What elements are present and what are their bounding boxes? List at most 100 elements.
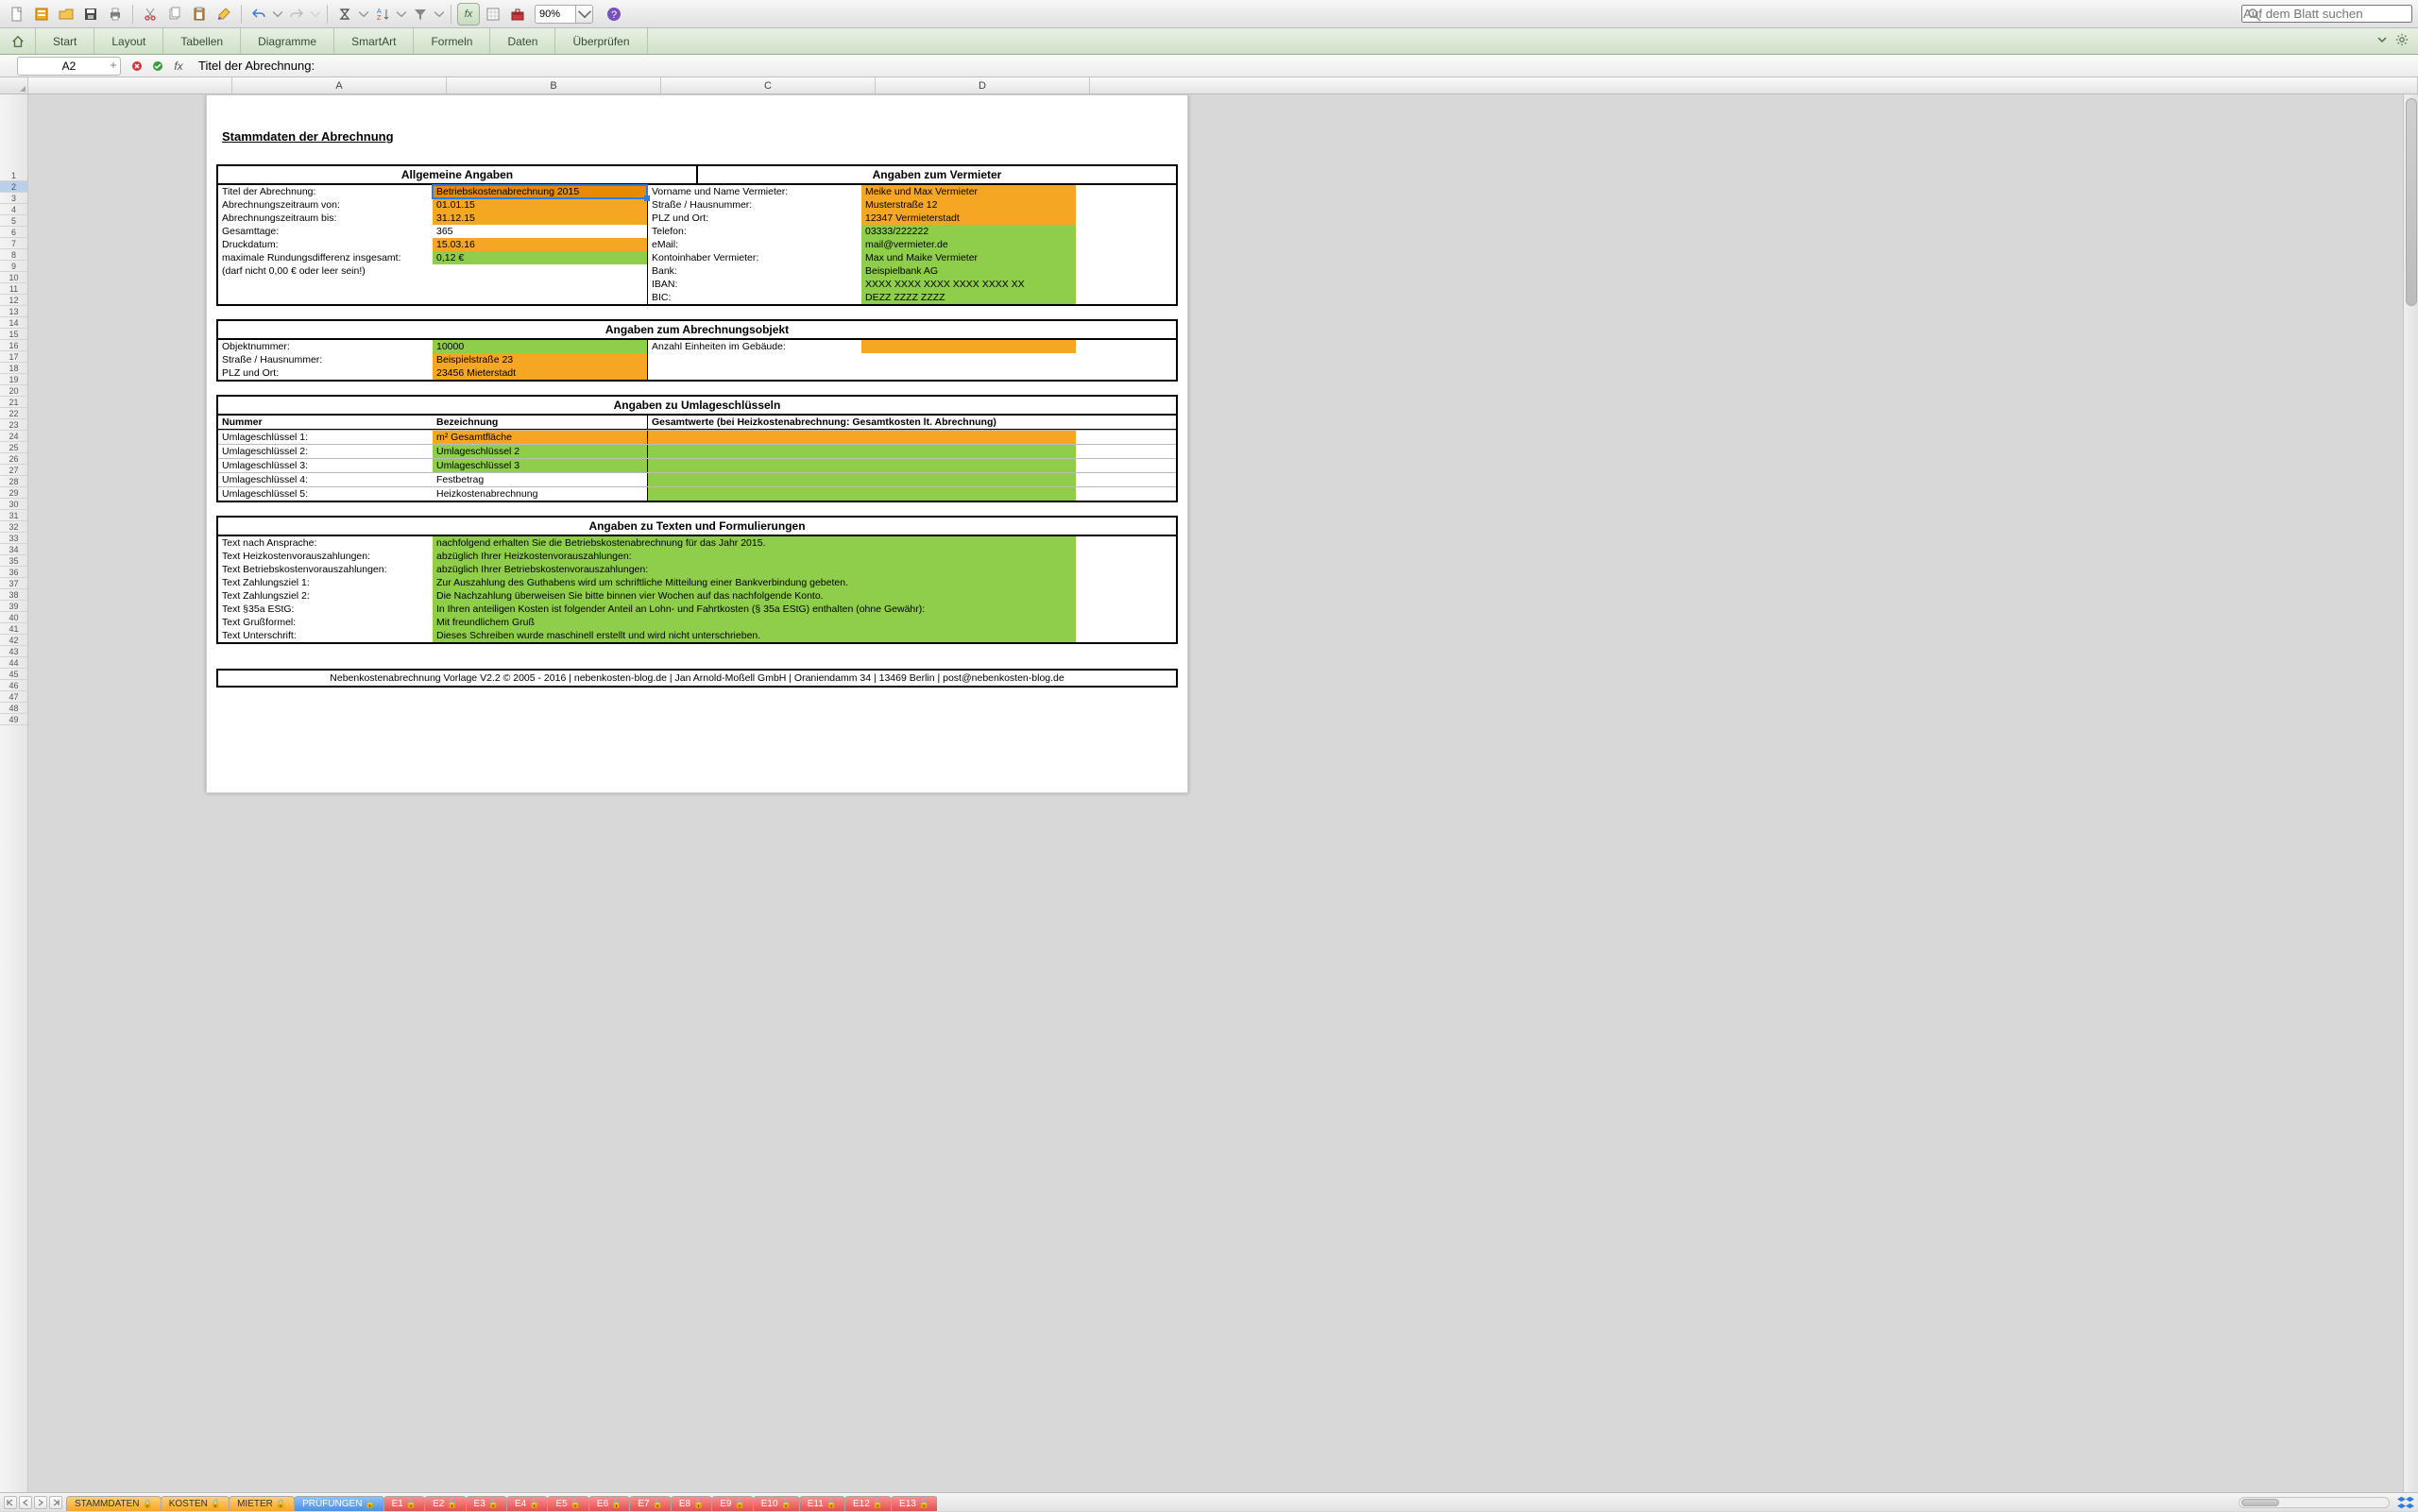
table-row[interactable]: eMail:: [647, 238, 861, 251]
row-head-23[interactable]: 23: [0, 419, 27, 431]
table-row[interactable]: Titel der Abrechnung:: [218, 185, 433, 198]
cell-value[interactable]: abzüglich Ihrer Betriebskostenvorauszahl…: [433, 563, 1076, 576]
row-head-47[interactable]: 47: [0, 691, 27, 703]
table-row[interactable]: [647, 366, 861, 380]
row-head-32[interactable]: 32: [0, 521, 27, 533]
sheet-tab-e5[interactable]: E5🔒: [547, 1496, 588, 1511]
cell-value[interactable]: 31.12.15: [433, 212, 647, 225]
table-row[interactable]: Telefon:: [647, 225, 861, 238]
table-row[interactable]: IBAN:: [647, 278, 861, 291]
help-icon[interactable]: ?: [603, 3, 625, 25]
template-icon[interactable]: [30, 3, 53, 25]
select-all-corner[interactable]: [0, 77, 28, 93]
zoom-control[interactable]: [535, 5, 593, 24]
dropbox-icon[interactable]: [2393, 1493, 2418, 1512]
table-row[interactable]: Anzahl Einheiten im Gebäude:: [647, 340, 861, 353]
row-head-9[interactable]: 9: [0, 261, 27, 272]
sheet-tab-e9[interactable]: E9🔒: [711, 1496, 753, 1511]
table-row[interactable]: PLZ und Ort:: [218, 366, 433, 380]
row-head-4[interactable]: 4: [0, 204, 27, 215]
row-head-45[interactable]: 45: [0, 669, 27, 680]
row-head-11[interactable]: 11: [0, 283, 27, 295]
copy-icon[interactable]: [163, 3, 186, 25]
row-head-42[interactable]: 42: [0, 635, 27, 646]
filter-dropdown-icon[interactable]: [434, 3, 445, 25]
cell-value[interactable]: abzüglich Ihrer Heizkostenvorauszahlunge…: [433, 550, 1076, 563]
formula-input[interactable]: [195, 57, 2418, 76]
row-head-37[interactable]: 37: [0, 578, 27, 589]
row-head-1[interactable]: 1: [0, 170, 27, 181]
cell-value[interactable]: 15.03.16: [433, 238, 647, 251]
cell-value[interactable]: [647, 459, 1076, 472]
table-row[interactable]: Druckdatum:: [218, 238, 433, 251]
sheet-tab-mieter[interactable]: MIETER🔒: [229, 1496, 295, 1511]
row-head-28[interactable]: 28: [0, 476, 27, 487]
table-row[interactable]: Objektnummer:: [218, 340, 433, 353]
row-head-6[interactable]: 6: [0, 227, 27, 238]
cell-value[interactable]: m² Gesamtfläche: [433, 431, 647, 444]
sort-icon[interactable]: AZ: [371, 3, 394, 25]
row-head-27[interactable]: 27: [0, 465, 27, 476]
sheet-tab-e4[interactable]: E4🔒: [506, 1496, 548, 1511]
sheet-nav-next-icon[interactable]: [34, 1496, 47, 1509]
sort-dropdown-icon[interactable]: [396, 3, 407, 25]
name-box-dropdown-icon[interactable]: [109, 59, 118, 73]
row-head-38[interactable]: 38: [0, 589, 27, 601]
save-icon[interactable]: [79, 3, 102, 25]
table-row[interactable]: PLZ und Ort:: [647, 212, 861, 225]
cell-value[interactable]: Beispielstraße 23: [433, 353, 647, 366]
row-head-30[interactable]: 30: [0, 499, 27, 510]
undo-dropdown-icon[interactable]: [272, 3, 283, 25]
row-head-33[interactable]: 33: [0, 533, 27, 544]
cell-value[interactable]: 365: [433, 225, 647, 238]
cell-value[interactable]: Heizkostenabrechnung: [433, 487, 647, 501]
table-row[interactable]: Text nach Ansprache:: [218, 536, 433, 550]
format-painter-icon[interactable]: [213, 3, 235, 25]
row-head-19[interactable]: 19: [0, 374, 27, 385]
row-head-18[interactable]: 18: [0, 363, 27, 374]
row-head-29[interactable]: 29: [0, 487, 27, 499]
home-icon[interactable]: [0, 28, 36, 54]
sheet-tab-e10[interactable]: E10🔒: [753, 1496, 800, 1511]
cell-value[interactable]: DEZZ ZZZZ ZZZZ: [861, 291, 1076, 304]
sheet-tab-e11[interactable]: E11🔒: [799, 1496, 845, 1511]
cancel-formula-icon[interactable]: [128, 58, 145, 75]
sheet-nav-last-icon[interactable]: [49, 1496, 62, 1509]
sheet-tab-prüfungen[interactable]: PRÜFUNGEN🔒: [294, 1496, 384, 1511]
table-row[interactable]: Gesamttage:: [218, 225, 433, 238]
cell-value[interactable]: nachfolgend erhalten Sie die Betriebskos…: [433, 536, 1076, 550]
row-head-5[interactable]: 5: [0, 215, 27, 227]
cell-value[interactable]: Umlageschlüssel 3: [433, 459, 647, 472]
row-head-24[interactable]: 24: [0, 431, 27, 442]
new-file-icon[interactable]: [6, 3, 28, 25]
cell-value[interactable]: Dieses Schreiben wurde maschinell erstel…: [433, 629, 1076, 642]
col-head-c[interactable]: C: [661, 77, 876, 93]
toolbox-icon[interactable]: [506, 3, 529, 25]
cell-value[interactable]: Beispielbank AG: [861, 264, 1076, 278]
table-row[interactable]: Straße / Hausnummer:: [218, 353, 433, 366]
row-head-7[interactable]: 7: [0, 238, 27, 249]
sheet-nav-first-icon[interactable]: [4, 1496, 17, 1509]
undo-icon[interactable]: [247, 3, 270, 25]
table-row[interactable]: Umlageschlüssel 4:: [218, 473, 433, 486]
print-icon[interactable]: [104, 3, 127, 25]
cell-value[interactable]: [433, 291, 647, 304]
ribbon-tab-ueberpruefen[interactable]: Überprüfen: [555, 28, 647, 54]
sheet-tab-e3[interactable]: E3🔒: [466, 1496, 507, 1511]
filter-icon[interactable]: [409, 3, 432, 25]
search-input[interactable]: [2241, 5, 2412, 23]
table-row[interactable]: BIC:: [647, 291, 861, 304]
cell-value[interactable]: 0,12 €: [433, 251, 647, 264]
table-row[interactable]: [218, 278, 433, 291]
sheet-tab-e7[interactable]: E7🔒: [629, 1496, 671, 1511]
name-box[interactable]: A2: [17, 57, 121, 76]
ribbon-tab-start[interactable]: Start: [36, 28, 94, 54]
row-head-48[interactable]: 48: [0, 703, 27, 714]
row-head-40[interactable]: 40: [0, 612, 27, 623]
table-row[interactable]: Text Heizkostenvorauszahlungen:: [218, 550, 433, 563]
sheet-tab-e12[interactable]: E12🔒: [844, 1496, 892, 1511]
table-row[interactable]: Umlageschlüssel 5:: [218, 487, 433, 501]
row-head-25[interactable]: 25: [0, 442, 27, 453]
row-head-3[interactable]: 3: [0, 193, 27, 204]
row-head-44[interactable]: 44: [0, 657, 27, 669]
